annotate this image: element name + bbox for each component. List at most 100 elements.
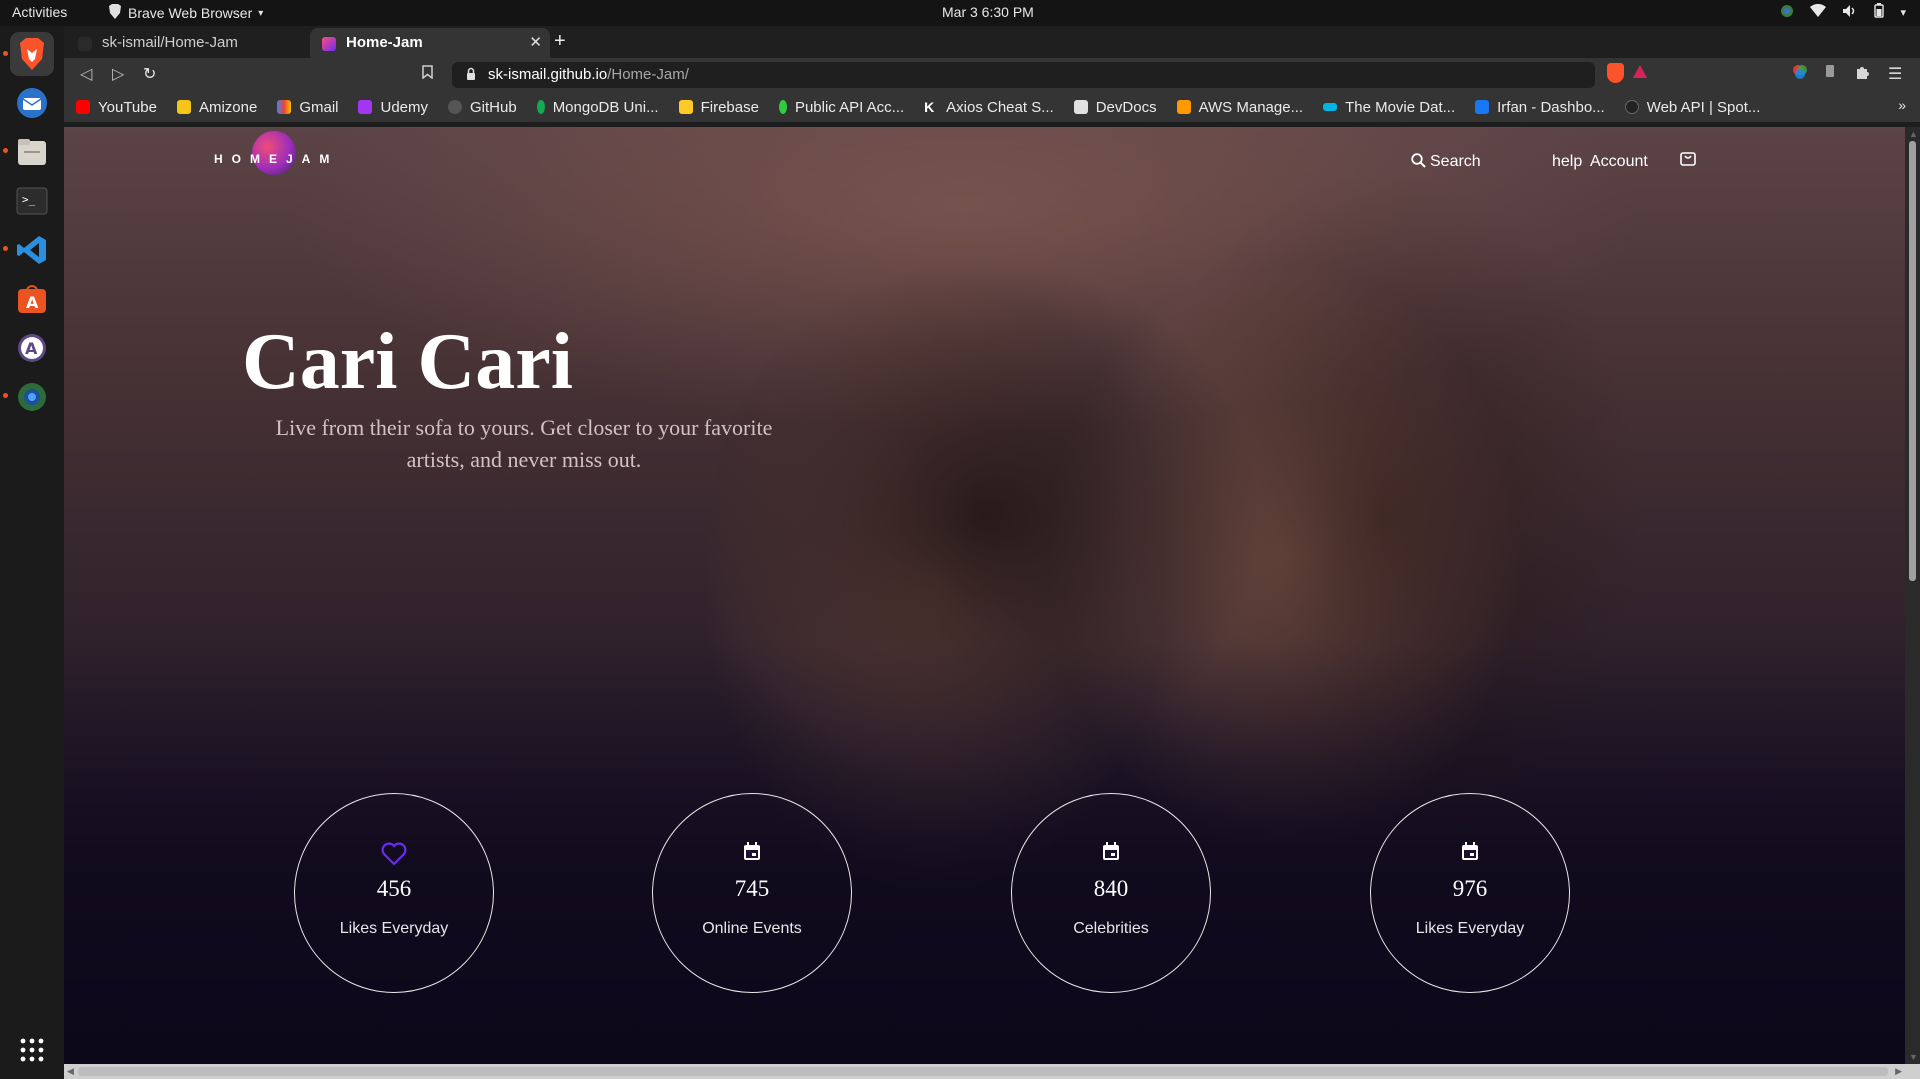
url-host: sk-ismail.github.io [488, 66, 608, 83]
brave-rewards-icon[interactable] [1632, 64, 1648, 84]
tmdb-icon [1323, 103, 1338, 111]
bookmark-tmdb[interactable]: The Movie Dat... [1323, 99, 1455, 116]
bookmark-firebase[interactable]: Firebase [678, 98, 759, 116]
bookmark-label: Gmail [299, 98, 339, 116]
homejam-logo[interactable]: HOMEJAM [214, 127, 334, 177]
stat-circle-likes-2: 976 Likes Everyday [1370, 793, 1570, 993]
tab-github[interactable]: sk-ismail/Home-Jam [66, 28, 306, 58]
bookmark-devdocs[interactable]: DevDocs [1073, 98, 1157, 116]
volume-icon[interactable] [1842, 4, 1858, 21]
terminal-icon[interactable]: >_ [10, 179, 54, 223]
horizontal-scrollbar-thumb[interactable] [78, 1067, 1888, 1076]
new-tab-icon[interactable]: + [554, 30, 566, 53]
bookmark-label: Public API Acc... [794, 98, 905, 116]
horizontal-scrollbar[interactable]: ◀ ▶ [64, 1064, 1920, 1079]
stat-value: 976 [1452, 876, 1488, 901]
nav-help[interactable]: help [1552, 153, 1582, 171]
reload-icon[interactable]: ↻ [143, 64, 156, 84]
github-favicon-icon [78, 37, 92, 51]
tab-strip: sk-ismail/Home-Jam Home-Jam ✕ + [64, 26, 1920, 58]
software-center-icon[interactable]: A [10, 277, 54, 321]
color-extension-icon[interactable] [1792, 64, 1808, 85]
vertical-scrollbar[interactable]: ▲ ▼ [1905, 127, 1920, 1064]
chrome-icon[interactable] [10, 375, 54, 419]
page-viewport: HOMEJAM Search help Account Cari Cari Li… [64, 127, 1905, 1064]
stat-circle-likes: 456 Likes Everyday [294, 793, 494, 993]
more-bookmarks-icon[interactable]: » [1898, 97, 1906, 113]
nav-account[interactable]: Account [1590, 153, 1648, 171]
extension-icon[interactable] [1825, 64, 1835, 83]
scroll-down-icon[interactable]: ▼ [1909, 1052, 1918, 1062]
search-icon [1411, 153, 1426, 173]
files-icon[interactable] [10, 130, 54, 174]
menu-icon[interactable]: ☰ [1888, 64, 1902, 84]
thunderbird-icon[interactable] [10, 81, 54, 125]
brave-lion-icon [108, 4, 122, 22]
facebook-icon [1475, 100, 1490, 114]
vertical-scrollbar-thumb[interactable] [1909, 141, 1916, 581]
svg-text:>_: >_ [22, 193, 36, 206]
vscode-icon[interactable] [10, 228, 54, 272]
bookmark-irfan[interactable]: Irfan - Dashbo... [1475, 99, 1605, 116]
puzzle-icon[interactable] [1855, 64, 1871, 85]
youtube-icon [76, 100, 90, 114]
url-path: /Home-Jam/ [607, 66, 689, 83]
bookmark-amizone[interactable]: Amizone [176, 98, 258, 116]
brave-shields-icon[interactable] [1607, 63, 1624, 83]
calendar-icon [1012, 842, 1210, 861]
svg-text:A: A [25, 339, 38, 358]
bookmark-label: Firebase [700, 98, 759, 116]
bookmark-icon[interactable] [422, 65, 433, 83]
forward-icon[interactable]: ▷ [112, 64, 124, 84]
spotify-icon [1624, 100, 1639, 114]
bookmarks-bar: YouTube Amizone Gmail Udemy GitHub Mongo… [64, 92, 1920, 122]
bookmark-youtube[interactable]: YouTube [76, 99, 157, 116]
back-icon[interactable]: ◁ [80, 64, 92, 84]
stat-circle-events: 745 Online Events [652, 793, 852, 993]
wifi-icon[interactable] [1810, 3, 1827, 20]
chevron-down-icon[interactable]: ▾ [1900, 6, 1906, 19]
bookmark-udemy[interactable]: Udemy [358, 99, 428, 116]
software-updater-icon[interactable]: A [10, 326, 54, 370]
battery-icon[interactable] [1874, 3, 1885, 21]
bookmark-label: Axios Cheat S... [946, 98, 1054, 116]
address-bar[interactable]: sk-ismail.github.io/Home-Jam/ [452, 62, 1595, 88]
chrome-indicator-icon[interactable] [1780, 4, 1794, 21]
tab-title: Home-Jam [346, 34, 423, 51]
activities-button[interactable]: Activities [12, 4, 67, 20]
scroll-up-icon[interactable]: ▲ [1909, 129, 1918, 139]
udemy-icon [358, 100, 373, 114]
mongodb-leaf-icon [536, 100, 545, 114]
aws-icon [1176, 100, 1191, 114]
app-grid-icon[interactable] [10, 1028, 54, 1072]
bookmark-gmail[interactable]: Gmail [277, 99, 338, 116]
stat-label: Celebrities [1073, 920, 1149, 937]
nav-search[interactable]: Search [1411, 153, 1481, 173]
bookmark-axios[interactable]: K Axios Cheat S... [924, 99, 1054, 116]
scroll-left-icon[interactable]: ◀ [67, 1066, 74, 1077]
bookmark-label: Amizone [198, 98, 258, 116]
app-menu[interactable]: Brave Web Browser ▾ [108, 4, 263, 22]
logo-text: HOMEJAM [214, 152, 339, 166]
system-tray[interactable]: ▾ [1780, 3, 1906, 21]
bookmark-label: DevDocs [1095, 98, 1157, 116]
clock[interactable]: Mar 3 6:30 PM [942, 4, 1034, 20]
tab-home-jam[interactable]: Home-Jam ✕ [310, 28, 550, 58]
bookmark-github[interactable]: GitHub [448, 99, 517, 116]
bookmark-aws[interactable]: AWS Manage... [1176, 99, 1303, 116]
calendar-icon [1371, 842, 1569, 861]
hero-subtitle: Live from their sofa to yours. Get close… [275, 415, 773, 472]
running-indicator [3, 148, 8, 153]
brave-browser-icon[interactable] [10, 32, 54, 76]
close-tab-icon[interactable]: ✕ [529, 33, 542, 51]
bookmark-mongodb[interactable]: MongoDB Uni... [536, 99, 659, 116]
cart-icon[interactable] [1679, 149, 1697, 172]
bookmark-spotify[interactable]: Web API | Spot... [1624, 99, 1760, 116]
bookmark-label: Udemy [380, 98, 428, 116]
scroll-right-icon[interactable]: ▶ [1895, 1066, 1902, 1077]
bookmark-public-api[interactable]: Public API Acc... [778, 98, 905, 116]
stat-value: 745 [734, 876, 770, 901]
calendar-icon [653, 842, 851, 861]
app-menu-label: Brave Web Browser [128, 5, 253, 21]
stat-value: 840 [1093, 876, 1129, 901]
